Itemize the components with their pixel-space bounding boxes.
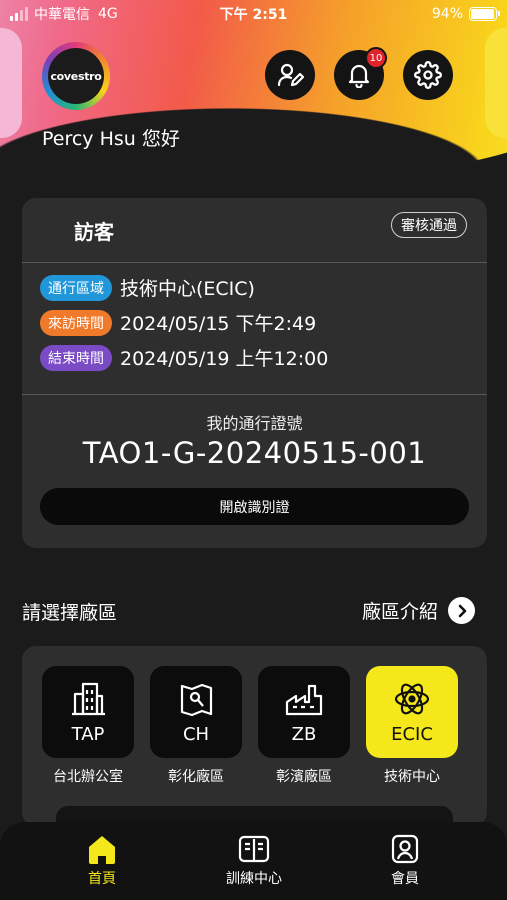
chevron-right-icon (448, 597, 475, 624)
end-time-row: 結束時間 2024/05/19 上午12:00 (40, 344, 328, 371)
map-icon (180, 683, 213, 717)
edit-profile-icon (277, 63, 304, 87)
plant-code: ECIC (391, 724, 433, 745)
plant-zb[interactable]: ZB 彰濱廠區 (258, 666, 350, 786)
plant-ecic[interactable]: ECIC 技術中心 (366, 666, 458, 786)
plant-name: 技術中心 (384, 769, 440, 785)
access-area-value: 技術中心(ECIC) (120, 278, 255, 300)
end-time-tag: 結束時間 (40, 344, 112, 371)
atom-icon (394, 683, 430, 715)
plant-ch[interactable]: CH 彰化廠區 (150, 666, 242, 786)
book-icon (238, 835, 270, 863)
home-icon (89, 836, 115, 864)
end-time-value: 2024/05/19 上午12:00 (120, 348, 329, 370)
greeting-text: Percy Hsu 您好 (42, 128, 180, 150)
plant-name: 彰濱廠區 (276, 769, 332, 785)
plant-intro-link[interactable]: 廠區介紹 (362, 597, 475, 624)
access-area-row: 通行區域 技術中心(ECIC) (40, 274, 255, 301)
plant-name: 彰化廠區 (168, 769, 224, 785)
plant-selector: TAP 台北辦公室 CH 彰化廠區 ZB 彰濱廠區 ECIC 技術中心 (22, 646, 487, 826)
battery-percent: 94% (431, 6, 463, 22)
nav-label: 訓練中心 (226, 871, 282, 887)
visitor-pass-card: 訪客 審核通過 通行區域 技術中心(ECIC) 來訪時間 2024/05/15 … (22, 198, 487, 548)
gear-icon (414, 61, 442, 89)
nav-training-center[interactable]: 訓練中心 (194, 830, 314, 888)
covestro-logo: covestro (42, 42, 110, 110)
member-icon (391, 834, 419, 864)
pass-number: TAO1-G-20240515-001 (82, 436, 427, 470)
plant-intro-label: 廠區介紹 (361, 601, 438, 623)
nav-label: 首頁 (88, 871, 116, 887)
visit-time-row: 來訪時間 2024/05/15 下午2:49 (40, 309, 316, 336)
plant-name: 台北辦公室 (53, 769, 123, 785)
plant-code: ZB (291, 724, 317, 745)
plant-code: TAP (71, 724, 105, 745)
factory-icon (285, 684, 323, 716)
nav-home[interactable]: 首頁 (42, 830, 162, 888)
plant-code: CH (182, 724, 210, 745)
plant-section-title: 請選擇廠區 (22, 602, 118, 624)
visit-time-value: 2024/05/15 下午2:49 (120, 313, 317, 335)
divider (22, 394, 487, 395)
settings-button[interactable] (403, 50, 453, 100)
battery-icon (469, 7, 500, 21)
divider (22, 262, 487, 263)
notifications-button[interactable]: 10 (334, 47, 387, 100)
card-title: 訪客 (74, 220, 114, 244)
visit-time-tag: 來訪時間 (40, 309, 112, 336)
open-id-badge-button[interactable]: 開啟識別證 (40, 488, 469, 525)
nav-member[interactable]: 會員 (345, 830, 465, 888)
access-area-tag: 通行區域 (40, 274, 112, 301)
plant-tap[interactable]: TAP 台北辦公室 (42, 666, 134, 786)
status-bar: 中華電信 4G 下午 2:51 94% (0, 0, 507, 28)
edit-profile-button[interactable] (265, 50, 315, 100)
approval-status-badge: 審核通過 (391, 212, 467, 238)
notification-badge: 10 (365, 47, 387, 69)
office-building-icon (72, 682, 105, 716)
nav-label: 會員 (391, 871, 419, 887)
pass-number-label: 我的通行證號 (206, 414, 303, 433)
bottom-navigation: 首頁 訓練中心 會員 (0, 822, 507, 900)
